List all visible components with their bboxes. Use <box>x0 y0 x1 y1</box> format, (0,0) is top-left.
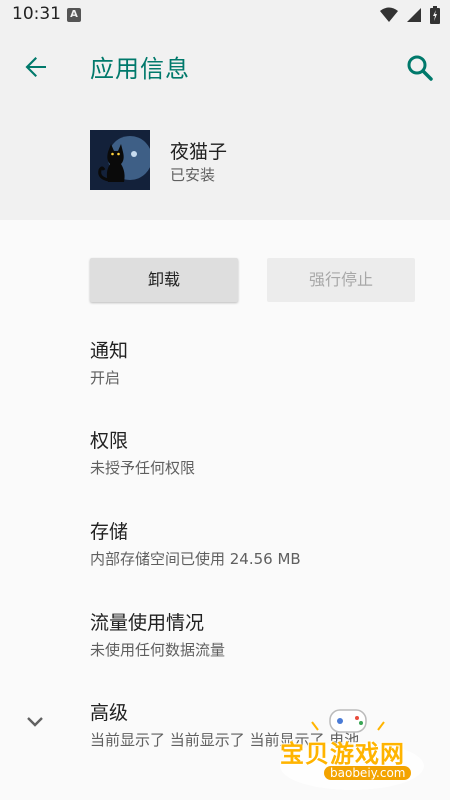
battery-icon <box>430 6 440 24</box>
uninstall-button[interactable]: 卸载 <box>90 258 238 302</box>
night-cat-icon <box>90 130 150 190</box>
setting-notifications[interactable]: 通知 开启 <box>90 336 420 388</box>
setting-title: 权限 <box>90 430 129 452</box>
watermark-url: baobeiy.com <box>324 766 412 780</box>
setting-subtitle: 内部存储空间已使用 24.56 MB <box>90 550 301 568</box>
search-icon[interactable] <box>404 52 436 84</box>
setting-permissions[interactable]: 权限 未授予任何权限 <box>90 426 420 478</box>
setting-title: 流量使用情况 <box>90 612 205 634</box>
watermark-text: 宝贝游戏网 <box>280 740 405 768</box>
page-title: 应用信息 <box>90 55 190 83</box>
app-name: 夜猫子 <box>170 141 228 163</box>
force-stop-button[interactable]: 强行停止 <box>267 258 415 302</box>
app-install-status: 已安装 <box>170 166 216 184</box>
setting-title: 通知 <box>90 340 129 362</box>
notification-a-icon: A <box>67 8 81 22</box>
status-time: 10:31 <box>12 4 61 24</box>
setting-data-usage[interactable]: 流量使用情况 未使用任何数据流量 <box>90 608 420 660</box>
app-header: 应用信息 夜猫子 已安装 <box>0 30 450 220</box>
watermark-logo: 宝贝游戏网 baobeiy.com <box>272 704 450 796</box>
app-icon <box>90 130 150 190</box>
signal-icon <box>407 8 421 22</box>
back-arrow-icon[interactable] <box>20 51 52 83</box>
setting-subtitle: 未使用任何数据流量 <box>90 641 226 659</box>
chevron-down-icon[interactable] <box>22 709 48 735</box>
status-bar: 10:31 A <box>0 0 450 30</box>
setting-subtitle: 未授予任何权限 <box>90 459 196 477</box>
app-bar: 应用信息 <box>0 30 450 104</box>
status-icons <box>380 6 440 24</box>
setting-storage[interactable]: 存储 内部存储空间已使用 24.56 MB <box>90 517 420 569</box>
setting-subtitle: 开启 <box>90 369 121 387</box>
wifi-icon <box>380 7 398 22</box>
setting-title: 存储 <box>90 521 129 543</box>
